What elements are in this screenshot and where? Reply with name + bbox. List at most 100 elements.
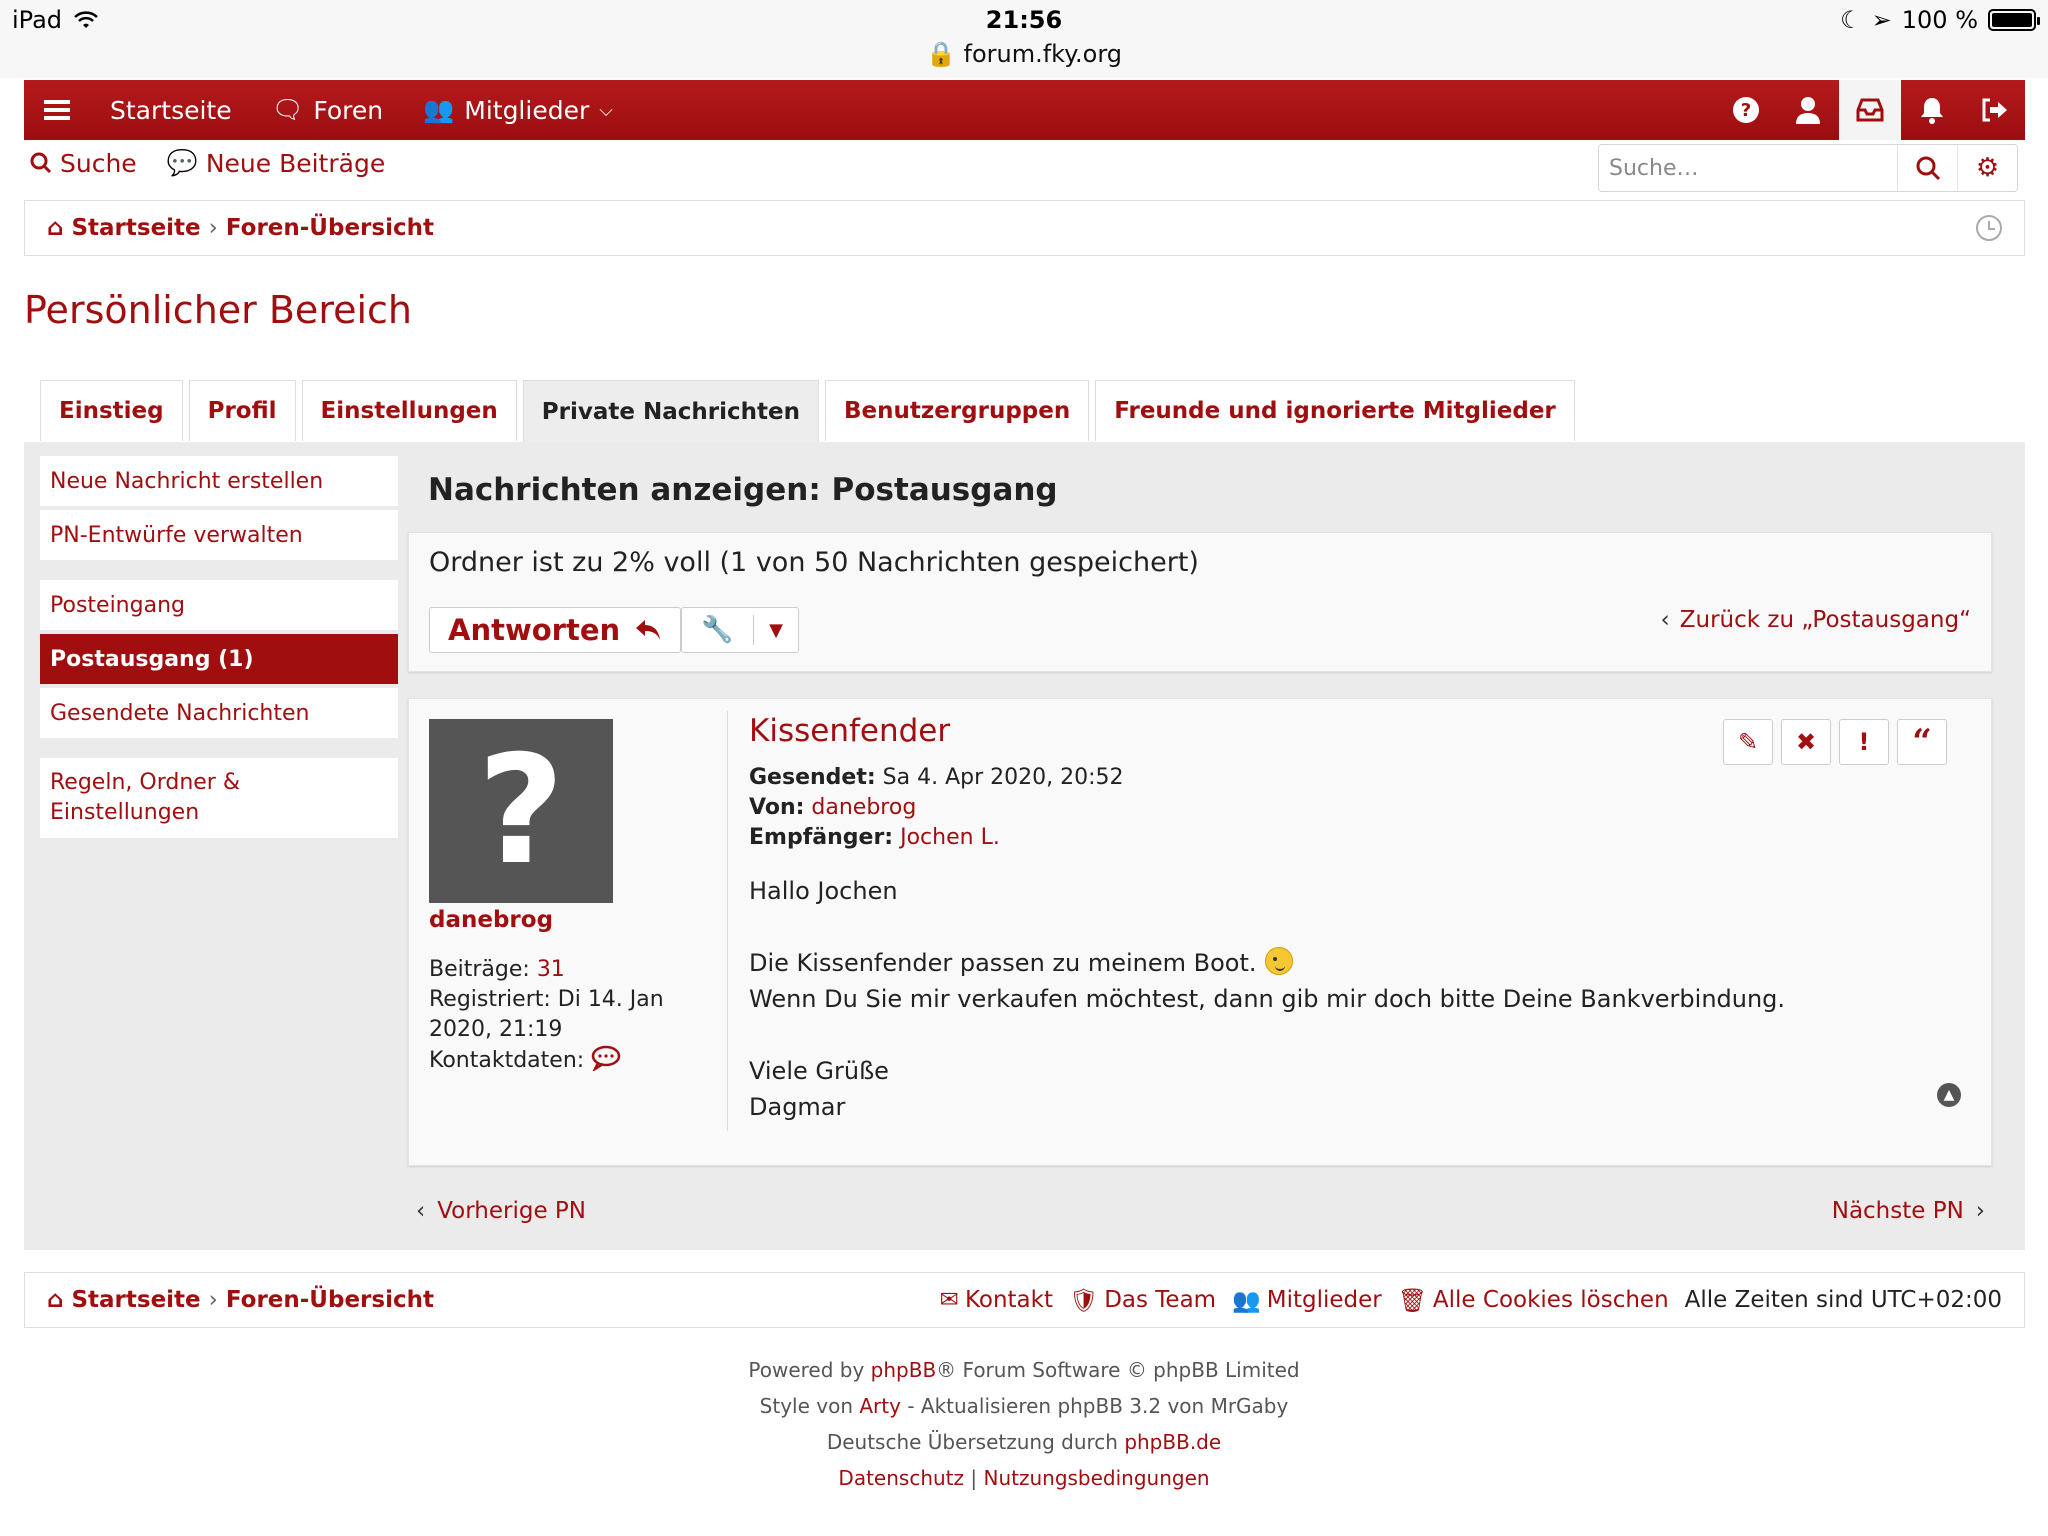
search-icon — [1916, 156, 1940, 181]
url-bar[interactable]: 🔒 forum.fky.org — [0, 40, 2048, 68]
sidebar-item-drafts[interactable]: PN-Entwürfe verwalten — [40, 510, 398, 560]
exclamation-icon: ! — [1858, 728, 1870, 756]
tab-usergroups[interactable]: Benutzergruppen — [824, 380, 1090, 441]
author-posts: Beiträge: 31 — [429, 955, 669, 985]
sidebar-item-outbox[interactable]: Postausgang (1) — [40, 634, 398, 684]
contact-label: Kontaktdaten: — [429, 1048, 585, 1073]
ucp-tabs: Einstieg Profil Einstellungen Private Na… — [40, 380, 1575, 443]
from-user-link[interactable]: danebrog — [811, 795, 916, 820]
edit-button[interactable]: ✎ — [1723, 719, 1773, 765]
new-posts-link[interactable]: 💬 Neue Beiträge — [167, 148, 386, 178]
sidebar-item-inbox[interactable]: Posteingang — [40, 580, 398, 630]
terms-link[interactable]: Nutzungsbedingungen — [983, 1466, 1209, 1490]
folder-actions-box: Ordner ist zu 2% voll (1 von 50 Nachrich… — [408, 532, 1992, 672]
logout-button[interactable] — [1963, 80, 2025, 140]
breadcrumb-separator: › — [208, 1287, 218, 1313]
style-line: Style von Arty - Aktualisieren phpBB 3.2… — [0, 1388, 2048, 1424]
gear-icon: ⚙ — [1975, 153, 2000, 183]
meta-from: Von: danebrog — [749, 793, 1949, 823]
user-profile-button[interactable] — [1777, 80, 1839, 140]
breadcrumb: ⌂ Startseite › Foren-Übersicht — [24, 200, 2025, 256]
team-link[interactable]: 🛡 Das Team — [1069, 1287, 1216, 1314]
style-author-link[interactable]: Arty — [859, 1394, 901, 1418]
members-link[interactable]: 👥 Mitglieder — [1232, 1287, 1382, 1314]
nav-members-dropdown[interactable]: 👥 Mitglieder ⌵ — [403, 80, 633, 140]
copyright-footer: Powered by phpBB® Forum Software © phpBB… — [0, 1352, 2048, 1496]
tab-private-messages[interactable]: Private Nachrichten — [522, 380, 819, 443]
phpbb-link[interactable]: phpBB — [871, 1358, 937, 1382]
battery-icon — [1988, 9, 2040, 31]
members-label: Mitglieder — [1266, 1287, 1382, 1313]
message-view-title: Nachrichten anzeigen: Postausgang — [428, 472, 1058, 508]
contact-bubble-icon[interactable] — [591, 1045, 621, 1073]
search-link[interactable]: Suche — [30, 148, 137, 178]
search-submit-button[interactable] — [1897, 145, 1957, 191]
search-input[interactable] — [1599, 145, 1897, 191]
inbox-icon — [1856, 98, 1884, 122]
footer-home-link[interactable]: ⌂ Startseite — [47, 1287, 201, 1313]
post-buttons: ✎ ✖ ! “ — [1723, 719, 1947, 765]
tab-preferences[interactable]: Einstellungen — [301, 380, 517, 441]
private-messages-button[interactable] — [1839, 80, 1901, 140]
chevron-right-icon: › — [1975, 1198, 1985, 1224]
breadcrumb-index-link[interactable]: Foren-Übersicht — [226, 215, 434, 241]
posts-count-link[interactable]: 31 — [537, 957, 565, 982]
sidebar-item-sent[interactable]: Gesendete Nachrichten — [40, 688, 398, 738]
folder-status: Ordner ist zu 2% voll (1 von 50 Nachrich… — [429, 547, 1199, 578]
search-icon — [30, 152, 52, 174]
envelope-icon: ✉ — [939, 1287, 959, 1313]
battery-percent: 100 % — [1901, 6, 1978, 34]
contact-label: Kontakt — [964, 1287, 1053, 1313]
trash-icon: 🗑 — [1397, 1287, 1427, 1314]
author-name-link[interactable]: danebrog — [429, 907, 553, 933]
search-link-label: Suche — [60, 148, 137, 178]
delete-button[interactable]: ✖ — [1781, 719, 1831, 765]
nav-icons: ? — [1715, 80, 2025, 140]
private-message: ? danebrog Beiträge: 31 Registriert: Di … — [408, 698, 1992, 1166]
translation-line: Deutsche Übersetzung durch phpBB.de — [0, 1424, 2048, 1460]
new-posts-label: Neue Beiträge — [205, 148, 386, 178]
report-button[interactable]: ! — [1839, 719, 1889, 765]
chevron-left-icon: ‹ — [1660, 607, 1670, 633]
meta-to: Empfänger: Jochen L. — [749, 823, 1949, 853]
breadcrumb-home-link[interactable]: ⌂ Startseite — [47, 215, 201, 241]
help-button[interactable]: ? — [1715, 80, 1777, 140]
nav-home-link[interactable]: Startseite — [90, 80, 252, 140]
team-label: Das Team — [1104, 1287, 1217, 1313]
nav-forums-link[interactable]: 🗨 Foren — [252, 80, 404, 140]
sidebar-item-rules[interactable]: Regeln, Ordner & Einstellungen — [40, 758, 398, 838]
back-to-outbox-link[interactable]: ‹ Zurück zu „Postausgang“ — [1661, 607, 1971, 633]
tab-friends-foes[interactable]: Freunde und ignorierte Mitglieder — [1095, 380, 1575, 441]
notifications-button[interactable] — [1901, 80, 1963, 140]
privacy-link[interactable]: Datenschutz — [838, 1466, 964, 1490]
sent-value: Sa 4. Apr 2020, 20:52 — [882, 765, 1124, 790]
tab-profile[interactable]: Profil — [188, 380, 296, 441]
lock-icon: 🔒 — [925, 40, 956, 68]
quote-button[interactable]: “ — [1897, 719, 1947, 765]
powered-by-text: Powered by — [748, 1358, 865, 1382]
chevron-down-icon: ⌵ — [599, 99, 613, 121]
speech-bubble-icon: 🗨 — [271, 95, 304, 124]
posts-label: Beiträge: — [429, 957, 530, 982]
contact-link[interactable]: ✉ Kontakt — [940, 1287, 1053, 1313]
reply-arrow-icon — [636, 620, 661, 640]
translation-link[interactable]: phpBB.de — [1124, 1430, 1221, 1454]
hamburger-menu-button[interactable] — [24, 80, 90, 140]
tab-overview[interactable]: Einstieg — [40, 380, 183, 441]
ucp-panel: Neue Nachricht erstellen PN-Entwürfe ver… — [24, 442, 2025, 1250]
reply-button[interactable]: Antworten — [429, 607, 682, 653]
previous-pm-link[interactable]: ‹ Vorherige PN — [416, 1198, 586, 1224]
chevron-left-icon: ‹ — [416, 1198, 426, 1224]
to-user-link[interactable]: Jochen L. — [900, 825, 1000, 850]
footer-index-link[interactable]: Foren-Übersicht — [226, 1287, 434, 1313]
back-to-top-button[interactable]: ▲ — [1937, 1083, 1961, 1107]
author-registered: Registriert: Di 14. Jan 2020, 21:19 — [429, 987, 664, 1042]
sent-label: Gesendet: — [749, 765, 876, 790]
author-contact: Kontaktdaten: — [429, 1045, 669, 1076]
next-pm-link[interactable]: Nächste PN › — [1832, 1198, 1985, 1224]
advanced-search-button[interactable]: ⚙ — [1957, 145, 2017, 191]
sidebar-item-compose[interactable]: Neue Nachricht erstellen — [40, 456, 398, 506]
home-icon: ⌂ — [47, 1287, 64, 1313]
tools-dropdown-button[interactable]: 🔧 ▼ — [681, 607, 799, 653]
delete-cookies-link[interactable]: 🗑 Alle Cookies löschen — [1398, 1287, 1669, 1314]
